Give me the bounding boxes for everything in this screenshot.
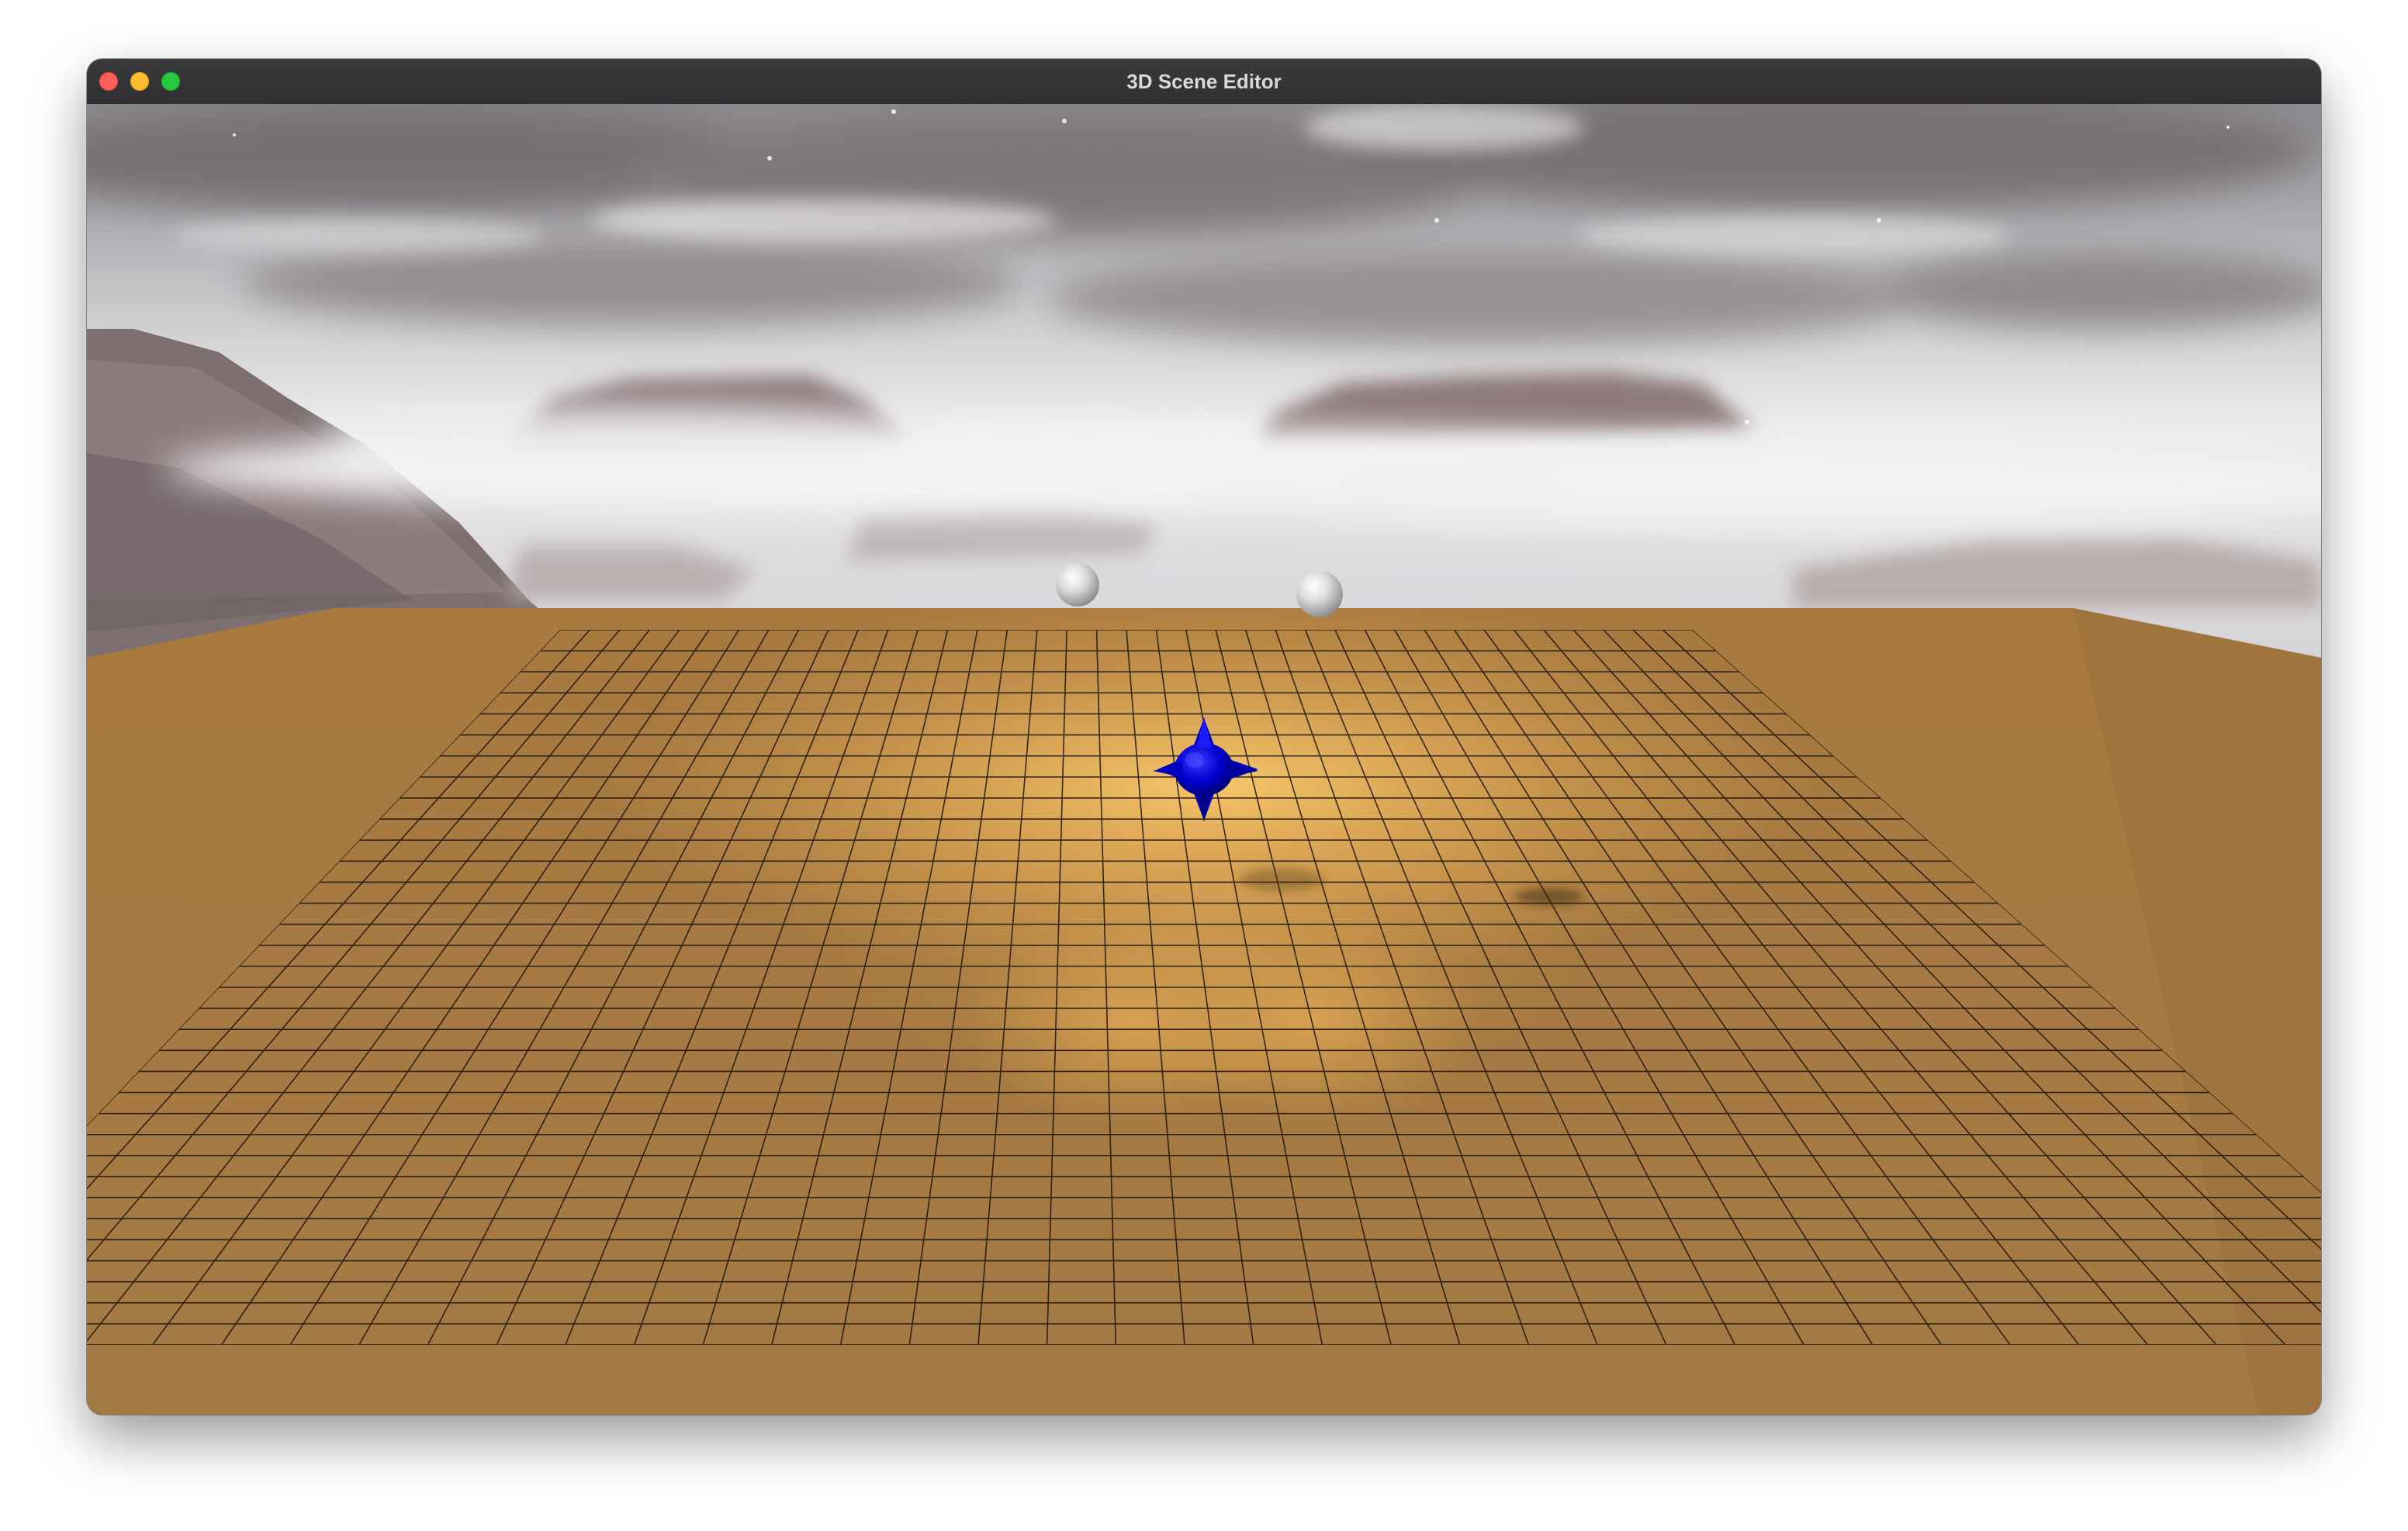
app-window: 3D Scene Editor [87, 59, 2321, 1415]
sphere-shadow [1514, 888, 1584, 905]
scene-canvas[interactable] [87, 104, 2321, 1415]
title-bar[interactable]: 3D Scene Editor [87, 59, 2321, 105]
sphere-left[interactable] [1056, 563, 1099, 607]
grid-ground-plane[interactable] [87, 585, 2321, 1415]
window-title: 3D Scene Editor [1126, 70, 1282, 93]
scene-viewport[interactable] [87, 104, 2321, 1415]
sphere-right[interactable] [1296, 571, 1343, 617]
sphere-shadow [1239, 868, 1324, 891]
skybox [87, 104, 2321, 693]
